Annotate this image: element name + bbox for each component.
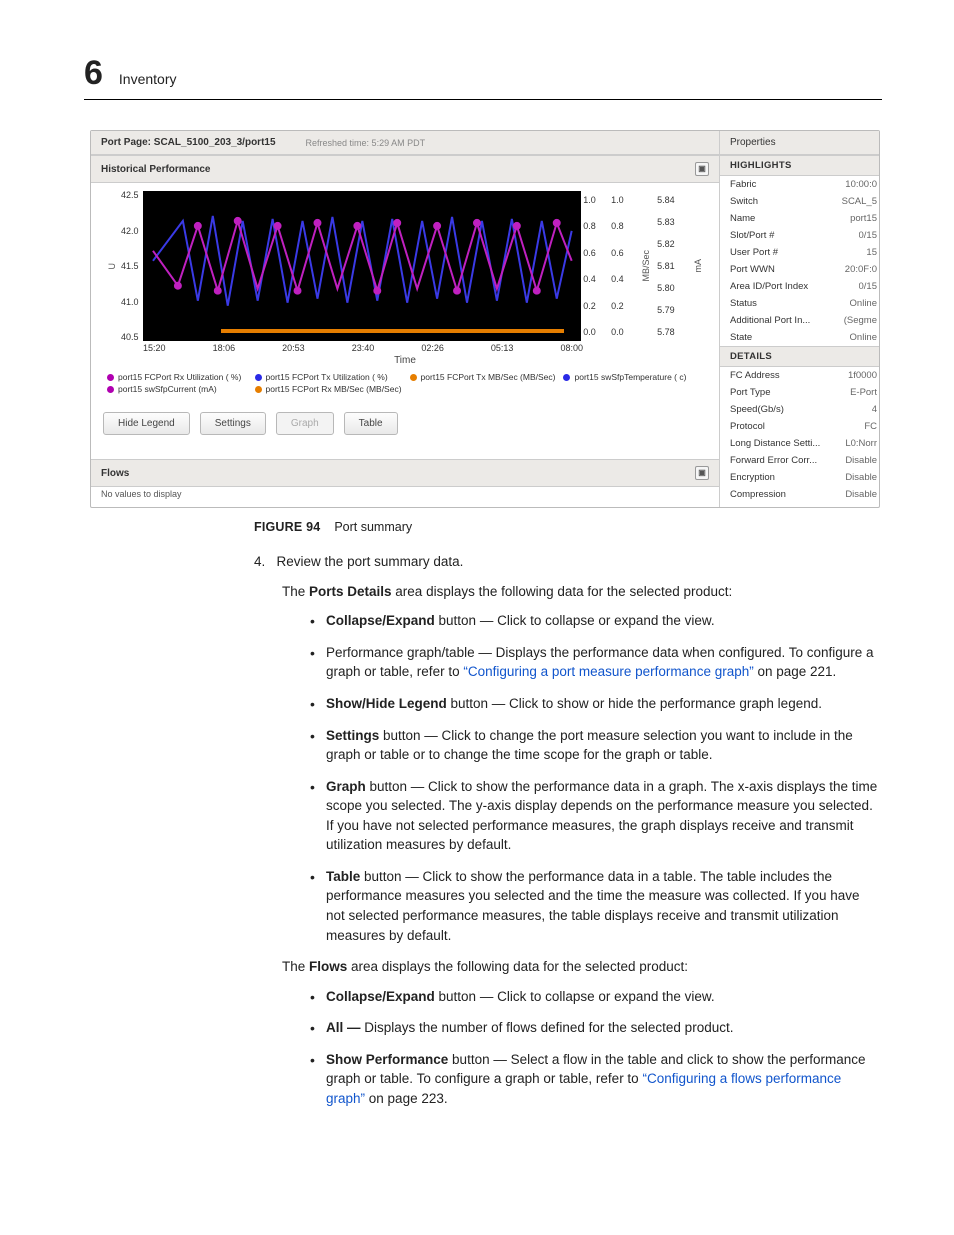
property-row: Nameport15	[720, 210, 879, 227]
legend-dot-icon	[107, 386, 114, 393]
settings-button[interactable]: Settings	[200, 412, 266, 435]
property-row: Area ID/Port Index0/15	[720, 278, 879, 295]
table-button[interactable]: Table	[344, 412, 398, 435]
port-page-header: Port Page: SCAL_5100_203_3/port15 Refres…	[91, 131, 719, 155]
port-page-screenshot: Port Page: SCAL_5100_203_3/port15 Refres…	[90, 130, 880, 508]
property-row: User Port #15	[720, 244, 879, 261]
port-page-title: Port Page: SCAL_5100_203_3/port15	[101, 137, 276, 148]
property-row: EncryptionDisable	[720, 469, 879, 486]
property-row: ProtocolFC	[720, 418, 879, 435]
y-axis-left: 42.5 42.0 41.5 41.0 40.5	[121, 191, 143, 341]
hide-legend-button[interactable]: Hide Legend	[103, 412, 190, 435]
property-row: Additional Port In...(Segme	[720, 312, 879, 329]
bullet-flows-show-perf: Show Performance button — Select a flow …	[310, 1050, 882, 1109]
bullet-table: Table button — Click to show the perform…	[310, 867, 882, 945]
collapse-icon[interactable]: ▣	[695, 466, 709, 480]
link-port-measure-graph[interactable]: “Configuring a port measure performance …	[463, 664, 753, 679]
flows-title: Flows	[101, 468, 129, 479]
properties-title: Properties	[720, 131, 879, 155]
figure-title: Port summary	[334, 520, 412, 534]
chapter-title: Inventory	[119, 71, 177, 87]
chart-area: U 42.5 42.0 41.5 41.0 40.5	[91, 183, 719, 402]
graph-button[interactable]: Graph	[276, 412, 334, 435]
bullet-graph: Graph button — Click to show the perform…	[310, 777, 882, 855]
property-row: StateOnline	[720, 329, 879, 346]
step-4: 4. Review the port summary data.	[254, 552, 882, 572]
property-row: Long Distance Setti...L0:Norr	[720, 435, 879, 452]
figure-caption: FIGURE 94 Port summary	[254, 518, 882, 536]
chapter-header: 6 Inventory	[84, 54, 882, 93]
bullet-show-hide-legend: Show/Hide Legend button — Click to show …	[310, 694, 882, 714]
bullet-flows-collapse: Collapse/Expand button — Click to collap…	[310, 987, 882, 1007]
historical-performance-header: Historical Performance ▣	[91, 155, 719, 183]
refreshed-time: Refreshed time: 5:29 AM PDT	[306, 138, 426, 148]
y-axis-r2-label: MB/Sec	[637, 250, 655, 282]
property-row: Forward Error Corr...Disable	[720, 452, 879, 469]
legend-dot-icon	[255, 374, 262, 381]
divider	[84, 99, 882, 100]
chart-legend: port15 FCPort Rx Utilization ( %) port15…	[103, 372, 707, 400]
legend-item: port15 FCPort Rx MB/Sec (MB/Sec)	[255, 384, 402, 394]
y-axis-left-label: U	[103, 263, 121, 270]
x-axis-ticks: 15:20 18:06 20:53 23:40 02:26 05:13 08:0…	[103, 341, 583, 353]
performance-chart	[143, 191, 582, 341]
property-row: StatusOnline	[720, 295, 879, 312]
figure-number: FIGURE 94	[254, 520, 320, 534]
flows-header: Flows ▣	[91, 459, 719, 487]
y-axis-r1: 1.0 0.8 0.6 0.4 0.2 0.0	[581, 191, 609, 341]
x-axis-label: Time	[103, 355, 707, 366]
y-axis-r3: 5.84 5.83 5.82 5.81 5.80 5.79 5.78	[655, 191, 689, 341]
property-row: Port TypeE-Port	[720, 384, 879, 401]
collapse-icon[interactable]: ▣	[695, 162, 709, 176]
bullet-collapse-expand: Collapse/Expand button — Click to collap…	[310, 611, 882, 631]
legend-dot-icon	[255, 386, 262, 393]
legend-item: port15 swSfpCurrent (mA)	[107, 384, 247, 394]
historical-performance-title: Historical Performance	[101, 164, 211, 175]
properties-details-list: FC Address1f0000Port TypeE-PortSpeed(Gb/…	[720, 367, 879, 503]
para-flows: The Flows area displays the following da…	[282, 957, 882, 977]
legend-item: port15 FCPort Tx MB/Sec (MB/Sec)	[410, 372, 556, 382]
properties-highlights-list: Fabric10:00:0SwitchSCAL_5Nameport15Slot/…	[720, 176, 879, 346]
properties-panel: Properties HIGHLIGHTS Fabric10:00:0Switc…	[719, 131, 879, 507]
y-axis-r2: 1.0 0.8 0.6 0.4 0.2 0.0	[609, 191, 637, 341]
property-row: Port WWN20:0F:0	[720, 261, 879, 278]
y-axis-r3-label: mA	[689, 259, 707, 273]
legend-item: port15 FCPort Tx Utilization ( %)	[255, 372, 402, 382]
chapter-number: 6	[84, 54, 103, 93]
property-row: CompressionDisable	[720, 486, 879, 503]
legend-item: port15 FCPort Rx Utilization ( %)	[107, 372, 247, 382]
properties-highlights: HIGHLIGHTS	[720, 155, 879, 176]
chart-buttons: Hide Legend Settings Graph Table	[91, 402, 719, 459]
property-row: FC Address1f0000	[720, 367, 879, 384]
property-row: Slot/Port #0/15	[720, 227, 879, 244]
property-row: Speed(Gb/s)4	[720, 401, 879, 418]
legend-dot-icon	[410, 374, 417, 381]
bullet-settings: Settings button — Click to change the po…	[310, 726, 882, 765]
legend-dot-icon	[107, 374, 114, 381]
property-row: SwitchSCAL_5	[720, 193, 879, 210]
legend-item: port15 swSfpTemperature ( c)	[563, 372, 703, 382]
bullet-flows-all: All — Displays the number of flows defin…	[310, 1018, 882, 1038]
legend-dot-icon	[563, 374, 570, 381]
property-row: Fabric10:00:0	[720, 176, 879, 193]
properties-details: DETAILS	[720, 346, 879, 367]
flows-empty: No values to display	[91, 487, 719, 507]
bullet-perf-graph-table: Performance graph/table — Displays the p…	[310, 643, 882, 682]
para-ports-details: The Ports Details area displays the foll…	[282, 582, 882, 602]
